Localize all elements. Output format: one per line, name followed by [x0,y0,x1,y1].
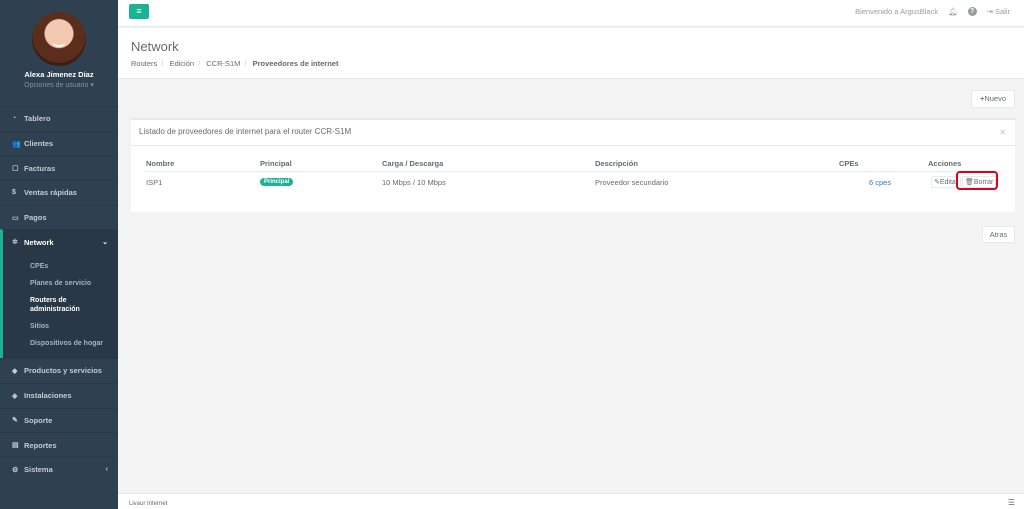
sidebar-item-reportes[interactable]: ▤ Reportes [0,432,118,457]
network-icon: ✲ [12,239,18,247]
footer-text: Livaur Internet [129,501,168,507]
providers-panel: Listado de proveedores de internet para … [131,118,1015,212]
page-heading: Network Routers / Edición / CCR-S1M / Prove… [118,28,1024,79]
users-icon: 👥 [12,140,21,148]
sidebar-item-network[interactable]: ✲ Network ⌄ [0,229,118,255]
money-icon: ▭ [12,214,19,222]
sidebar-item-pagos[interactable]: ▭ Pagos [0,204,118,230]
dashboard-icon: ◔ [12,115,17,123]
col-header-nombre: Nombre [146,159,175,168]
cell-speed: 10 Mbps / 10 Mbps [382,178,446,187]
dollar-icon: $ [12,189,16,197]
bell-icon[interactable]: 🔔︎ [948,7,958,16]
col-header-cpes: CPEs [839,159,859,168]
sidebar-item-soporte[interactable]: ✎ Soporte [0,407,118,433]
sidebar-item-clientes[interactable]: 👥 Clientes [0,130,118,156]
subnav-item-routers[interactable]: Routers de administración [3,292,118,318]
delete-highlight [956,171,998,190]
sidebar-item-ventas-rapidas[interactable]: $ Ventas rápidas [0,180,118,205]
file-icon: ▢ [12,165,19,173]
wrench-icon: ◈ [12,392,18,400]
logout-link[interactable]: ⇥ Salir [987,7,1010,16]
sidebar-item-instalaciones[interactable]: ◈ Instalaciones [0,382,118,408]
tag-icon: ◆ [12,367,18,375]
sidebar-item-facturas[interactable]: ▢ Facturas [0,155,118,180]
sidebar-item-productos[interactable]: ◆ Productos y servicios [0,358,118,383]
cogs-icon: ⚙ [12,466,19,474]
network-submenu: CPEs Planes de servicio Routers de admin… [0,254,118,359]
welcome-text: Bienvenido a ArgusBlack [855,7,939,16]
col-header-descripcion: Descripción [595,159,638,168]
close-icon[interactable]: ✕ [999,128,1006,137]
breadcrumb-routers[interactable]: Routers [131,59,157,68]
topbar-right: Bienvenido a ArgusBlack 🔔︎ ? ⇥ Salir [855,7,1010,16]
avatar[interactable] [32,12,86,66]
new-button[interactable]: +Nuevo [971,90,1015,108]
subnav-item-cpes[interactable]: CPEs [3,258,118,275]
profile: Alexa Jimenez Díaz Opciones de usuario ▾ [0,0,118,100]
subnav-item-sitios[interactable]: Sitios [3,318,118,335]
breadcrumb-current: Proveedores de internet [252,59,339,68]
sidebar-nav: ◔ Tablero 👥 Clientes ▢ Facturas $ Ventas ráp… [0,106,118,482]
topbar: ≡ Bienvenido a ArgusBlack 🔔︎ ? ⇥ Salir [118,0,1024,27]
col-header-acciones: Acciones [928,159,962,168]
breadcrumb: Routers / Edición / CCR-S1M / Proveedores d… [131,59,339,68]
col-header-carga: Carga / Descarga [382,159,444,168]
chevron-left-icon: ‹ [105,466,108,474]
book-icon: ▤ [12,442,19,450]
chat-icon[interactable]: ☰ [1008,498,1015,507]
caret-down-icon: ▾ [90,82,94,89]
status-badge: Principal [260,178,294,186]
user-name: Alexa Jimenez Díaz [24,70,94,79]
cpes-link[interactable]: 6 cpes [869,178,891,187]
footer: Livaur Internet ☰ [118,493,1024,509]
subnav-item-planes[interactable]: Planes de servicio [3,275,118,292]
cell-description: Proveedor secundario [595,178,669,187]
breadcrumb-router[interactable]: CCR-S1M [206,59,240,68]
sidebar-item-tablero[interactable]: ◔ Tablero [0,106,118,131]
breadcrumb-edicion[interactable]: Edición [169,59,194,68]
col-header-principal: Principal [260,159,292,168]
hamburger-icon: ≡ [136,6,142,16]
subnav-item-dispositivos[interactable]: Dispositivos de hogar [3,335,118,352]
back-button[interactable]: Atras [982,226,1015,243]
panel-title: Listado de proveedores de internet para … [139,127,352,136]
user-options-dropdown[interactable]: Opciones de usuario ▾ [0,81,118,89]
sign-out-icon: ⇥ [986,7,993,16]
sidebar: Alexa Jimenez Díaz Opciones de usuario ▾… [0,0,118,509]
sidebar-item-sistema[interactable]: ⚙ Sistema ‹ [0,456,118,482]
cell-nombre: ISP1 [146,178,163,187]
help-icon[interactable]: ? [967,7,977,16]
menu-toggle-button[interactable]: ≡ [129,4,149,19]
support-icon: ✎ [12,417,18,425]
page-title: Network [131,39,179,54]
chevron-down-icon: ⌄ [102,239,108,247]
